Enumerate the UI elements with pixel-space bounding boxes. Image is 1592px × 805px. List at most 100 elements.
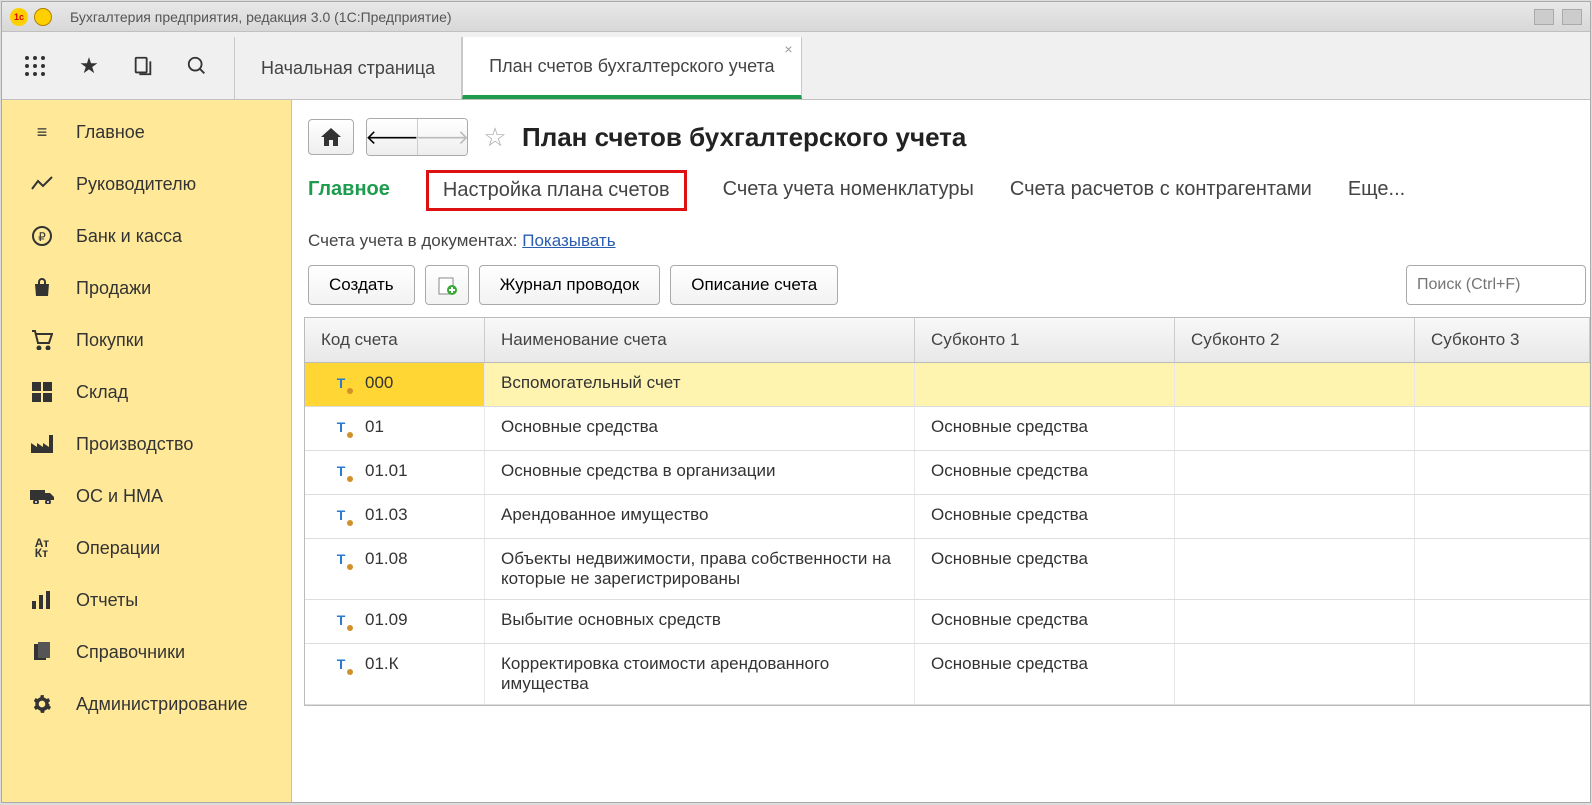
cell-sub3 [1415, 495, 1590, 538]
table-body: T000Вспомогательный счетT01 Основные сред… [305, 363, 1590, 705]
sidebar-item-operations[interactable]: АтКт Операции [2, 522, 291, 574]
cell-sub2 [1175, 451, 1415, 494]
cell-sub1: Основные средства [915, 539, 1175, 599]
sidebar-item-production[interactable]: Производство [2, 418, 291, 470]
back-button[interactable]: 🡐 [367, 119, 417, 155]
cell-code: T01 [305, 407, 485, 450]
subtab-nomenclature[interactable]: Счета учета номенклатуры [723, 178, 974, 211]
factory-icon [30, 432, 54, 456]
home-button[interactable] [308, 119, 354, 155]
tab-label: План счетов бухгалтерского учета [489, 56, 774, 77]
forward-button[interactable]: 🡒 [417, 119, 467, 155]
close-icon[interactable]: × [784, 41, 792, 57]
sidebar-item-label: Склад [76, 382, 128, 403]
sidebar-item-admin[interactable]: Администрирование [2, 678, 291, 730]
sidebar-item-label: Покупки [76, 330, 144, 351]
sidebar-item-main[interactable]: ≡ Главное [2, 106, 291, 158]
titlebar: 1c Бухгалтерия предприятия, редакция 3.0… [2, 2, 1590, 32]
sidebar-item-directories[interactable]: Справочники [2, 626, 291, 678]
subtab-contractors[interactable]: Счета расчетов с контрагентами [1010, 178, 1312, 211]
tabs-bar: Начальная страница План счетов бухгалтер… [234, 32, 802, 99]
sidebar-item-label: Администрирование [76, 694, 248, 715]
add-item-button[interactable] [425, 265, 469, 305]
cell-code: T01.К [305, 644, 485, 704]
table-row[interactable]: T01.09Выбытие основных средствОсновные с… [305, 600, 1590, 644]
window-print-icon[interactable] [1562, 9, 1582, 25]
cell-sub1 [915, 363, 1175, 406]
tab-chart-of-accounts[interactable]: План счетов бухгалтерского учета × [462, 37, 801, 99]
table-row[interactable]: T01.08Объекты недвижимости, права собств… [305, 539, 1590, 600]
cell-code: T01.03 [305, 495, 485, 538]
cell-code: T01.01 [305, 451, 485, 494]
account-type-icon: T [331, 550, 351, 568]
quick-icons: ★ [2, 32, 234, 99]
accounts-table: Код счета Наименование счета Субконто 1 … [304, 317, 1590, 706]
sidebar-item-label: Руководителю [76, 174, 196, 195]
favorite-button[interactable]: ☆ [480, 122, 510, 152]
sidebar-item-sales[interactable]: Продажи [2, 262, 291, 314]
sidebar-item-label: ОС и НМА [76, 486, 163, 507]
subtab-main[interactable]: Главное [308, 178, 390, 211]
cell-sub3 [1415, 451, 1590, 494]
apps-icon[interactable] [22, 53, 48, 79]
doc-accounts-line: Счета учета в документах: Показывать [304, 231, 1590, 265]
account-type-icon: T [331, 611, 351, 629]
svg-text:₽: ₽ [38, 230, 46, 244]
sidebar-item-label: Производство [76, 434, 193, 455]
doc-accounts-link[interactable]: Показывать [522, 231, 615, 250]
col-code[interactable]: Код счета [305, 318, 485, 362]
table-row[interactable]: T01.03Арендованное имуществоОсновные сре… [305, 495, 1590, 539]
col-name[interactable]: Наименование счета [485, 318, 915, 362]
sidebar-item-reports[interactable]: Отчеты [2, 574, 291, 626]
subtab-settings[interactable]: Настройка плана счетов [426, 170, 687, 211]
sidebar-item-warehouse[interactable]: Склад [2, 366, 291, 418]
bag-icon [30, 276, 54, 300]
main-content: 🡐 🡒 ☆ План счетов бухгалтерского учета Г… [292, 100, 1590, 802]
description-button[interactable]: Описание счета [670, 265, 838, 305]
cell-name: Корректировка стоимости арендованного им… [485, 644, 915, 704]
doc-accounts-prefix: Счета учета в документах: [308, 231, 522, 250]
nav-group: 🡐 🡒 [366, 118, 468, 156]
cell-name: Арендованное имущество [485, 495, 915, 538]
window-minimize-icon[interactable] [34, 8, 52, 26]
ops-icon: АтКт [30, 536, 54, 560]
cart-icon [30, 328, 54, 352]
cell-sub2 [1175, 644, 1415, 704]
account-type-icon: T [331, 462, 351, 480]
search-icon[interactable] [184, 53, 210, 79]
cell-sub2 [1175, 600, 1415, 643]
col-sub3[interactable]: Субконто 3 [1415, 318, 1590, 362]
sidebar-item-label: Главное [76, 122, 145, 143]
col-sub2[interactable]: Субконто 2 [1175, 318, 1415, 362]
grid-icon [30, 380, 54, 404]
account-type-icon: T [331, 506, 351, 524]
subtab-more[interactable]: Еще... [1348, 178, 1405, 211]
history-icon[interactable] [130, 53, 156, 79]
table-row[interactable]: T01.ККорректировка стоимости арендованно… [305, 644, 1590, 705]
cell-sub3 [1415, 407, 1590, 450]
sidebar-item-bank[interactable]: ₽ Банк и касса [2, 210, 291, 262]
cell-sub1: Основные средства [915, 407, 1175, 450]
tab-start[interactable]: Начальная страница [234, 37, 462, 99]
journal-button[interactable]: Журнал проводок [479, 265, 661, 305]
table-row[interactable]: T000Вспомогательный счет [305, 363, 1590, 407]
cell-code: T000 [305, 363, 485, 406]
cell-sub2 [1175, 539, 1415, 599]
col-sub1[interactable]: Субконто 1 [915, 318, 1175, 362]
cell-sub2 [1175, 363, 1415, 406]
sidebar-item-label: Банк и касса [76, 226, 182, 247]
table-row[interactable]: T01Основные средстваОсновные средства [305, 407, 1590, 451]
create-button[interactable]: Создать [308, 265, 415, 305]
search-input[interactable] [1406, 265, 1586, 305]
window-action-icon[interactable] [1534, 9, 1554, 25]
cell-name: Объекты недвижимости, права собственност… [485, 539, 915, 599]
top-toolbar: ★ Начальная страница План счетов бухгалт… [2, 32, 1590, 100]
star-icon[interactable]: ★ [76, 53, 102, 79]
cell-sub1: Основные средства [915, 451, 1175, 494]
table-row[interactable]: T01.01Основные средства в организацииОсн… [305, 451, 1590, 495]
tab-label: Начальная страница [261, 58, 435, 79]
cell-sub1: Основные средства [915, 600, 1175, 643]
sidebar-item-manager[interactable]: Руководителю [2, 158, 291, 210]
sidebar-item-purchases[interactable]: Покупки [2, 314, 291, 366]
sidebar-item-assets[interactable]: ОС и НМА [2, 470, 291, 522]
